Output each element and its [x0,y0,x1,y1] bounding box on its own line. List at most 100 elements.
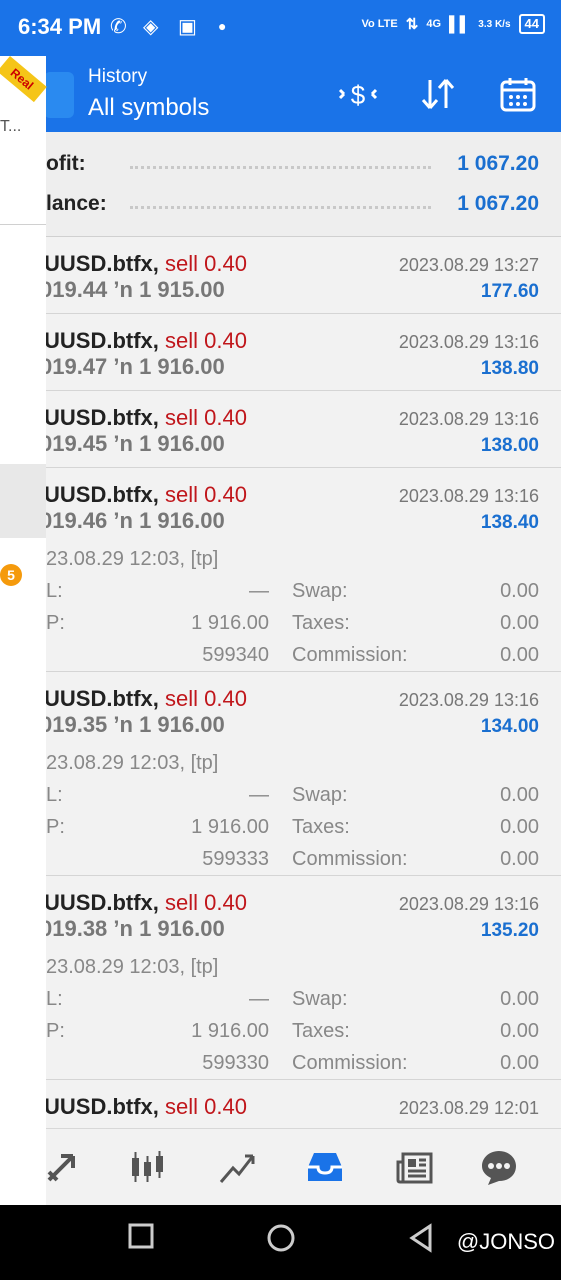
nav-news-icon[interactable] [392,1145,438,1191]
commission-value: 0.00 [500,848,539,870]
history-summary: ofit: 1 067.20 lance: 1 067.20 [0,132,561,237]
balance-row: lance: 1 067.20 [0,184,561,224]
recents-button-icon[interactable] [128,1223,154,1256]
symbol-text: UUSD.btfx, [44,482,159,507]
trade-profit: 138.80 [480,358,539,379]
open-time: 23.08.29 12:03, [tp] [46,956,219,978]
trade-row[interactable]: UUSD.btfx, sell 0.40 019.44 ’n 1 915.00 … [0,237,561,314]
nav-trade-icon[interactable] [214,1145,260,1191]
net-speed: 3.3 K/s [478,18,511,30]
commission-label: Commission: [292,644,408,666]
notification-dot-icon: ● [218,18,227,34]
trade-symbol: UUSD.btfx, sell 0.40 [44,890,247,916]
home-button-icon[interactable] [266,1223,296,1260]
data-arrows-icon: ⇅ [405,16,419,33]
battery-icon: 44 [518,14,545,34]
symbol-text: UUSD.btfx, [44,686,159,711]
commission-label: Commission: [292,848,408,870]
watermark-text: @JONSO [456,1229,555,1254]
network-type: 4G [426,18,442,30]
trade-prices: 019.44 ’n 1 915.00 [40,277,225,302]
drawer-truncated-text: T... [0,118,22,135]
trade-profit: 177.60 [480,281,539,302]
symbol-text: UUSD.btfx, [44,890,159,915]
trade-prices: 019.46 ’n 1 916.00 [40,508,225,533]
taxes-value: 0.00 [500,612,539,634]
trade-row[interactable]: UUSD.btfx, sell 0.40 019.47 ’n 1 916.00 … [0,314,561,391]
sl-label: L: [46,988,63,1010]
symbol-text: UUSD.btfx, [44,328,159,353]
symbol-text: UUSD.btfx, [44,1094,159,1119]
drawer-selected-item[interactable] [0,464,46,538]
status-time: 6:34 PM [18,14,102,39]
app-bar-subtitle: History [88,66,148,87]
nav-chat-icon[interactable] [476,1145,522,1191]
calendar-icon[interactable] [496,72,540,116]
nav-history-icon[interactable] [302,1145,348,1191]
trade-side: sell 0.40 [165,482,247,507]
side-drawer[interactable]: Real T... 5 [0,56,47,1205]
trade-date: 2023.08.29 13:27 [398,255,539,275]
swap-label: Swap: [292,988,348,1010]
svg-text:$: $ [351,80,366,110]
status-bar: 6:34 PM ✆ ◈ ▣ ● Vo LTE ⇅ 4G ▌▌ 3.3 K/s 4… [0,0,561,56]
facebook-icon: ▣ [178,16,197,38]
sl-label: L: [46,580,63,602]
swap-value: 0.00 [500,784,539,806]
trade-prices: 019.47 ’n 1 916.00 [40,354,225,379]
trade-side: sell 0.40 [165,328,247,353]
trade-side: sell 0.40 [165,686,247,711]
back-button-icon[interactable] [408,1223,434,1260]
status-right: Vo LTE ⇅ 4G ▌▌ 3.3 K/s 44 [361,14,545,34]
open-time: 23.08.29 12:03, [tp] [46,548,219,570]
trade-row-expanded[interactable]: UUSD.btfx, sell 0.40 019.35 ’n 1 916.00 … [0,672,561,876]
trade-profit: 138.40 [480,512,539,533]
tp-value: 1 916.00 [191,1020,269,1042]
signal-icon: ▌▌ [449,15,471,33]
balance-label: lance: [46,192,107,215]
trade-date: 2023.08.29 13:16 [398,332,539,352]
swap-label: Swap: [292,580,348,602]
trade-prices: 019.45 ’n 1 916.00 [40,431,225,456]
swap-value: 0.00 [500,580,539,602]
trade-row-expanded[interactable]: UUSD.btfx, sell 0.40 019.46 ’n 1 916.00 … [0,468,561,672]
trade-date: 2023.08.29 13:16 [398,894,539,914]
trade-symbol: UUSD.btfx, sell 0.40 [44,482,247,508]
balance-value: 1 067.20 [457,192,539,215]
sl-value: — [249,784,269,806]
tp-value: 1 916.00 [191,612,269,634]
trade-side: sell 0.40 [165,1094,247,1119]
trade-prices: 019.38 ’n 1 916.00 [40,916,225,941]
trade-row[interactable]: UUSD.btfx, sell 0.40 019.45 ’n 1 916.00 … [0,391,561,468]
symbol-text: UUSD.btfx, [44,405,159,430]
taxes-value: 0.00 [500,816,539,838]
sort-icon[interactable] [416,72,460,116]
nav-chart-icon[interactable] [124,1145,170,1191]
drawer-badge: 5 [0,564,22,586]
taxes-label: Taxes: [292,1020,350,1042]
commission-value: 0.00 [500,644,539,666]
sl-value: — [249,580,269,602]
profit-row: ofit: 1 067.20 [0,144,561,184]
trade-row-expanded[interactable]: UUSD.btfx, sell 0.40 019.38 ’n 1 916.00 … [0,876,561,1080]
trade-date: 2023.08.29 13:16 [398,486,539,506]
ticket-number: 599340 [202,644,269,666]
sl-label: L: [46,784,63,806]
whatsapp-icon: ✆ [110,16,127,38]
taxes-label: Taxes: [292,816,350,838]
trade-date: 2023.08.29 13:16 [398,409,539,429]
profit-label: ofit: [46,152,86,175]
volte-label: Vo LTE [361,18,398,30]
trade-symbol: UUSD.btfx, sell 0.40 [44,251,247,277]
swap-value: 0.00 [500,988,539,1010]
trade-list[interactable]: UUSD.btfx, sell 0.40 019.44 ’n 1 915.00 … [0,237,561,1140]
tp-label: P: [46,816,65,838]
trade-side: sell 0.40 [165,890,247,915]
app-bar-title[interactable]: All symbols [88,94,209,122]
app-bar: History All symbols $ [0,56,561,132]
real-account-ribbon: Real [0,56,47,103]
binance-icon: ◈ [143,16,159,38]
commission-label: Commission: [292,1052,408,1074]
open-time: 23.08.29 12:03, [tp] [46,752,219,774]
deposit-filter-icon[interactable]: $ [336,72,380,116]
